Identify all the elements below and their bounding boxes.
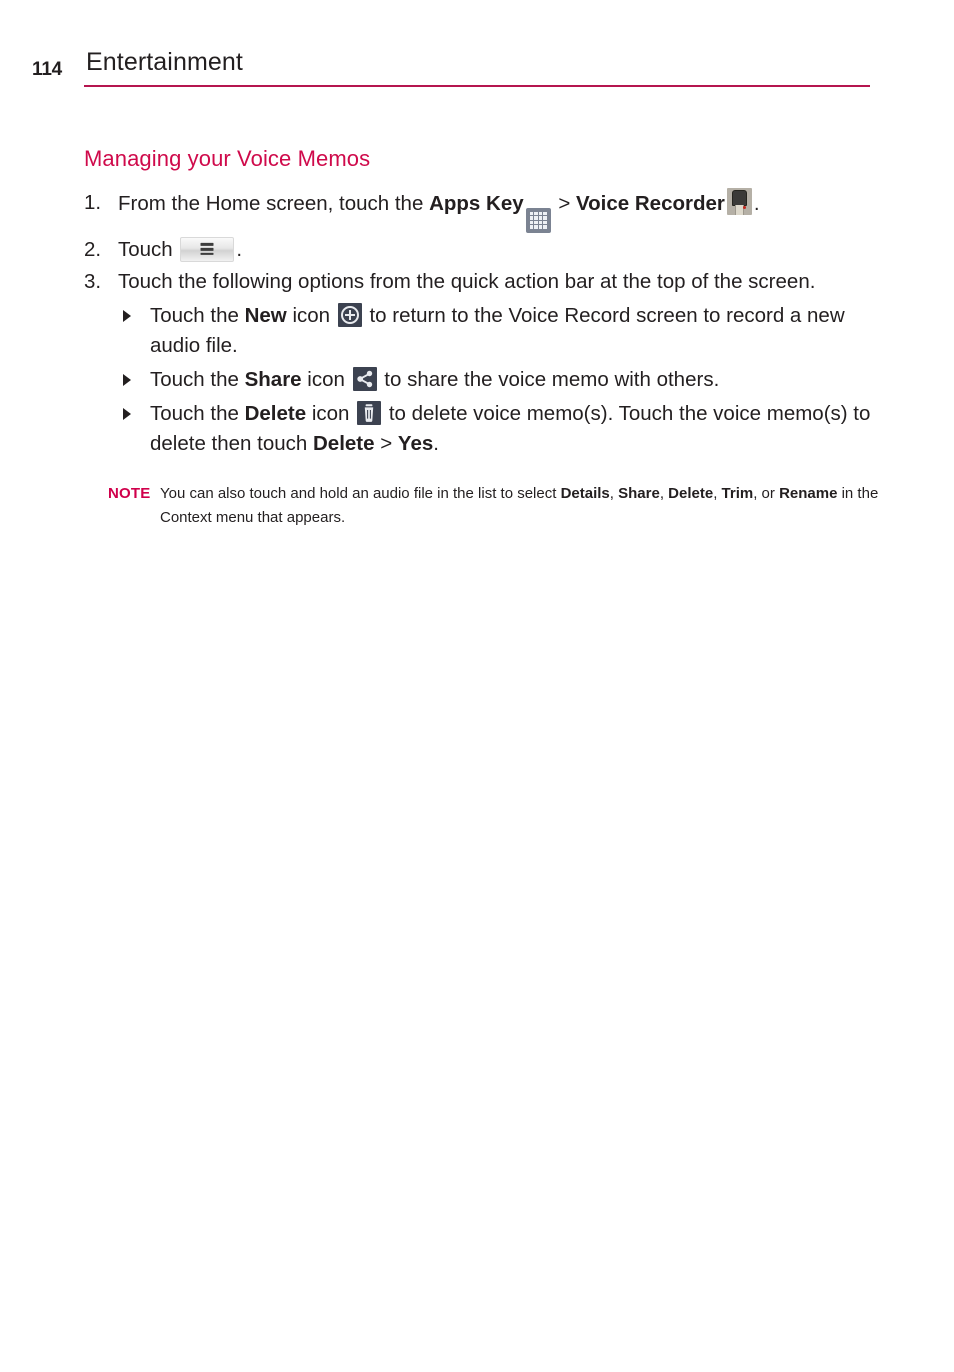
options-bullet-list: Touch the New icon to return to the Voic… (118, 301, 884, 460)
step-number: 3. (84, 269, 102, 293)
note-delete-label: Delete (668, 484, 714, 502)
step-item-2: 2. Touch . (84, 235, 884, 265)
page-header: 114 Entertainment (0, 48, 954, 88)
step-item-1: 1. From the Home screen, touch the Apps K… (84, 188, 884, 233)
note-text: You can also touch and hold an audio fil… (160, 484, 561, 502)
bullet-text: Touch the (150, 303, 245, 327)
voice-recorder-label: Voice Recorder (576, 192, 725, 215)
apps-key-icon[interactable] (525, 207, 551, 233)
step-item-3: 3. Touch the following options from the q… (84, 267, 884, 460)
bullet-item-share: Touch the Share icon to share the voice … (118, 365, 884, 395)
bullet-item-delete: Touch the Delete icon to delete voice me… (118, 399, 884, 459)
step-number: 1. (84, 191, 102, 214)
note-rename-label: Rename (779, 484, 838, 502)
apps-key-label: Apps Key (429, 192, 524, 215)
plus-vertical-bar (348, 309, 351, 320)
bullet-item-new: Touch the New icon to return to the Voic… (118, 301, 884, 361)
note-sep-4: , or (753, 484, 780, 502)
bullet-text-icon-lead: icon (306, 402, 356, 426)
chapter-title: Entertainment (86, 48, 243, 76)
note-block: NOTE You can also touch and hold an audio… (84, 482, 884, 531)
yes-option-label: Yes (397, 432, 434, 456)
new-icon[interactable] (337, 302, 362, 327)
bullet-text-icon-lead: icon (301, 368, 351, 392)
note-share-label: Share (618, 484, 660, 502)
step-text: Touch (118, 237, 179, 261)
new-label: New (244, 303, 287, 327)
note-sep-2: , (659, 484, 669, 502)
bullet-text: Touch the (150, 402, 245, 426)
bullet-text-icon-lead: icon (286, 303, 336, 327)
note-trim-label: Trim (721, 484, 754, 502)
microphone-record-dot (742, 206, 746, 209)
note-sep-3: , (713, 484, 722, 502)
document-page: 114 Entertainment Managing your Voice Me… (0, 0, 954, 1372)
steps-list: 1. From the Home screen, touch the Apps K… (84, 188, 884, 460)
header-rule (84, 85, 870, 87)
triangle-bullet-icon (123, 374, 131, 387)
bullet-text: Touch the (150, 368, 245, 392)
triangle-bullet-icon (123, 309, 131, 322)
apps-key-grid (529, 211, 547, 229)
step-text: From the Home screen, touch the (118, 192, 430, 215)
triangle-bullet-icon (123, 408, 131, 421)
delete-icon[interactable] (357, 401, 382, 426)
share-label: Share (244, 368, 302, 392)
step-text: Touch the following options from the qui… (118, 269, 816, 293)
step-number: 2. (84, 237, 102, 261)
step-text-end: . (236, 237, 243, 261)
bullet-text-separator: > (374, 432, 398, 456)
step-text-end: . (753, 192, 760, 215)
step-text-separator: > (552, 192, 576, 215)
section-heading: Managing your Voice Memos (84, 146, 371, 171)
voice-recorder-icon[interactable] (726, 188, 752, 215)
share-icon[interactable] (352, 367, 377, 392)
note-label: NOTE (108, 484, 151, 502)
delete-option-label: Delete (313, 432, 375, 456)
page-number: 114 (32, 59, 63, 80)
bullet-text-end: to share the voice memo with others. (378, 368, 720, 392)
note-details-label: Details (560, 484, 610, 502)
page-content: Managing your Voice Memos 1. From the Hom… (84, 146, 884, 530)
menu-key-bars (200, 241, 214, 257)
microphone-head (731, 190, 747, 206)
menu-key-icon[interactable] (180, 236, 235, 262)
delete-label: Delete (244, 402, 307, 426)
bullet-text-end: . (433, 432, 439, 456)
note-sep-1: , (609, 484, 619, 502)
